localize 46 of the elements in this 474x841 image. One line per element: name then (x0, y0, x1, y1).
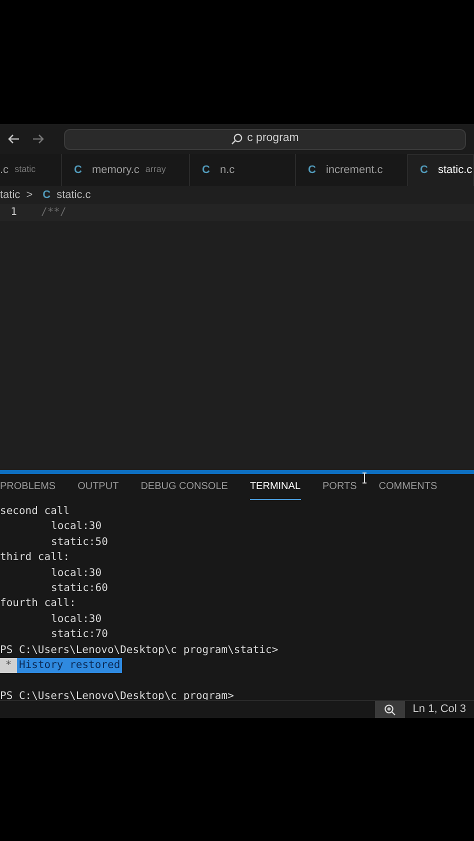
cursor-position[interactable]: Ln 1, Col 3 (404, 701, 474, 718)
tab-label: static.c (438, 163, 472, 178)
panel-tab[interactable]: OUTPUT (78, 479, 119, 500)
tab-label: increment.c (326, 162, 383, 178)
terminal-line: PS C:\Users\Lenovo\Desktop\c program> (0, 688, 235, 704)
c-file-icon: C (420, 162, 428, 179)
terminal-line: static:60 (50, 580, 109, 596)
zoom-button[interactable] (374, 701, 405, 718)
terminal-line: local:30 (50, 519, 103, 534)
terminal-line: fourth call: (0, 596, 77, 612)
breadcrumb-separator: > (26, 188, 33, 203)
tab-label: memory.c (92, 162, 140, 178)
history-marker: * (0, 658, 17, 674)
terminal-line: local:30 (50, 566, 103, 581)
editor-tab[interactable]: .c static (0, 154, 62, 186)
line-number: 1 (10, 204, 17, 220)
resize-cursor-icon (362, 472, 367, 484)
tab-label: .c (0, 162, 9, 178)
terminal-line: static:70 (50, 627, 109, 642)
code-line: /**/ (41, 204, 66, 220)
tab-label: n.c (220, 162, 235, 178)
search-icon (231, 133, 244, 145)
search-text: c program (247, 131, 299, 146)
breadcrumb-item[interactable]: tatic (0, 186, 20, 204)
c-file-icon: C (74, 162, 82, 178)
terminal-line: third call: (0, 550, 71, 566)
breadcrumb-item[interactable]: static.c (56, 186, 91, 204)
panel-tab[interactable]: DEBUG CONSOLE (140, 479, 228, 500)
zoom-in-icon (384, 704, 396, 716)
editor-tab[interactable]: C static.c (408, 154, 474, 186)
c-file-icon: C (42, 186, 51, 204)
history-notice: History restored (17, 658, 122, 674)
panel-tab[interactable]: PORTS (322, 479, 357, 500)
forward-arrow-icon[interactable] (32, 134, 44, 144)
search-field[interactable]: c program (64, 128, 466, 150)
panel-tab[interactable]: COMMENTS (378, 479, 438, 500)
tab-description: array (145, 163, 166, 176)
terminal-line: PS C:\Users\Lenovo\Desktop\c program\static> (0, 642, 280, 658)
tab-description: static (14, 163, 36, 176)
c-file-icon: C (202, 162, 210, 178)
c-file-icon: C (308, 162, 316, 178)
panel-tab[interactable]: PROBLEMS (0, 479, 56, 500)
terminal-line: static:50 (50, 534, 109, 550)
terminal-line: second call (0, 504, 71, 519)
terminal-line: local:30 (50, 612, 103, 627)
back-arrow-icon[interactable] (8, 134, 20, 144)
